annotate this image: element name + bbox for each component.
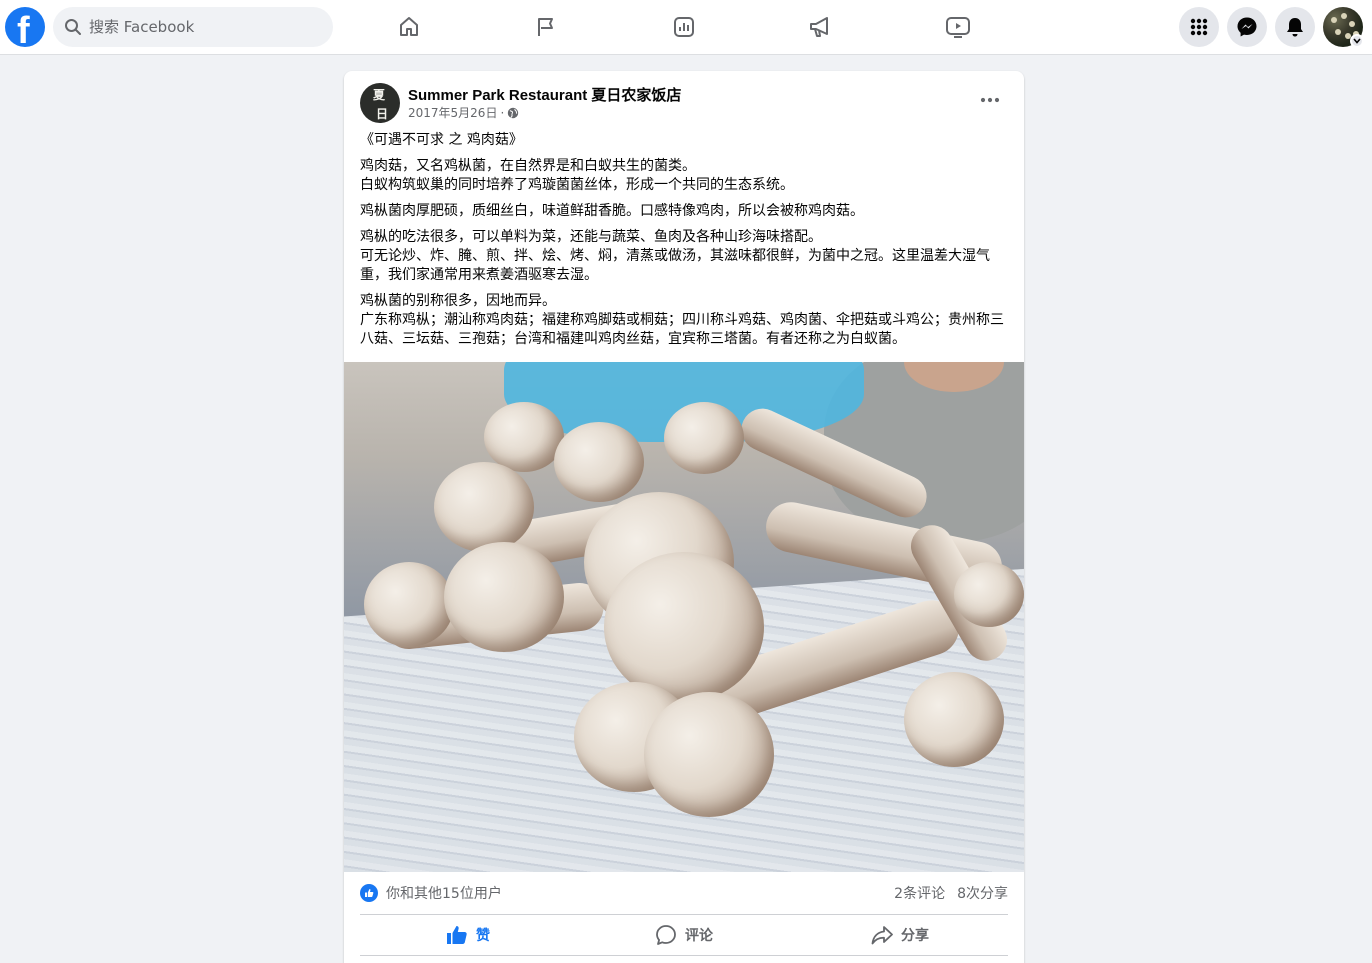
menu-grid-icon[interactable] xyxy=(1179,7,1219,47)
divider xyxy=(360,914,1008,915)
post-date-link[interactable]: 2017年5月26日 xyxy=(408,104,497,121)
insights-icon[interactable] xyxy=(669,12,699,42)
post-line: 可无论炒、炸、腌、煎、拌、烩、烤、焖，清蒸或做汤，其滋味都很鲜，为菌中之冠。这里… xyxy=(360,248,990,283)
page-name-link[interactable]: Summer Park Restaurant 夏日农家饭店 xyxy=(408,84,681,105)
like-button[interactable]: 赞 xyxy=(360,917,576,953)
notifications-bell-icon[interactable] xyxy=(1275,7,1315,47)
post-line: 鸡肉菇，又名鸡枞菌，在自然界是和白蚁共生的菌类。 xyxy=(360,158,696,174)
globe-icon[interactable] xyxy=(507,107,519,119)
page-avatar[interactable]: 夏 日 xyxy=(360,83,400,123)
mushroom-cap xyxy=(364,562,454,647)
comments-count-link[interactable]: 2条评论 xyxy=(894,883,945,903)
post-paragraph: 鸡枞菌的别称很多，因地而异。 广东称鸡枞；潮汕称鸡肉菇；福建称鸡脚菇或桐菇；四川… xyxy=(360,292,1010,349)
post-paragraph: 鸡枞的吃法很多，可以单料为菜，还能与蔬菜、鱼肉及各种山珍海味搭配。 可无论炒、炸… xyxy=(360,228,1010,285)
messenger-icon[interactable] xyxy=(1227,7,1267,47)
mushroom-cap xyxy=(904,672,1004,767)
mushroom-cap xyxy=(644,692,774,817)
shares-count-link[interactable]: 8次分享 xyxy=(957,883,1008,903)
mushroom-cap xyxy=(434,462,534,552)
engagement-counts: 2条评论 8次分享 xyxy=(894,883,1008,903)
pages-flag-icon[interactable] xyxy=(531,12,561,42)
search-input[interactable] xyxy=(89,7,319,47)
post-line: 鸡枞的吃法很多，可以单料为菜，还能与蔬菜、鱼肉及各种山珍海味搭配。 xyxy=(360,229,822,245)
reactions-text: 你和其他15位用户 xyxy=(386,886,502,902)
post-photo[interactable] xyxy=(344,362,1024,872)
post-line: 《可遇不可求 之 鸡肉菇》 xyxy=(360,132,523,148)
search-box[interactable] xyxy=(53,7,333,47)
top-navigation-bar: f xyxy=(0,0,1372,55)
mushroom-cap xyxy=(554,422,644,502)
post-meta: 2017年5月26日 · xyxy=(408,104,519,121)
comment-bubble-icon xyxy=(656,925,676,945)
like-reaction-icon xyxy=(360,884,378,902)
home-icon[interactable] xyxy=(394,12,424,42)
mushroom-cap xyxy=(604,552,764,702)
post-paragraph: 鸡枞菌肉厚肥硕，质细丝白，味道鲜甜香脆。口感特像鸡肉，所以会被称鸡肉菇。 xyxy=(360,202,1010,221)
watch-video-icon[interactable] xyxy=(943,12,973,42)
more-dots-icon xyxy=(980,97,1000,103)
share-label: 分享 xyxy=(901,928,929,944)
search-icon xyxy=(65,19,81,35)
post-line: 鸡枞菌的别称很多，因地而异。 xyxy=(360,293,556,309)
mushroom-cap xyxy=(484,402,564,472)
like-label: 赞 xyxy=(476,928,490,944)
meta-separator: · xyxy=(500,105,505,120)
post-line: 广东称鸡枞；潮汕称鸡肉菇；福建称鸡脚菇或桐菇；四川称斗鸡菇、鸡肉菌、伞把菇或斗鸡… xyxy=(360,312,1004,347)
share-button[interactable]: 分享 xyxy=(792,917,1008,953)
account-dropdown-chevron-icon[interactable] xyxy=(1350,34,1364,48)
post-text: 《可遇不可求 之 鸡肉菇》 鸡肉菇，又名鸡枞菌，在自然界是和白蚁共生的菌类。 白… xyxy=(360,131,1010,356)
comment-label: 评论 xyxy=(685,928,713,944)
post-line: 鸡枞菌肉厚肥硕，质细丝白，味道鲜甜香脆。口感特像鸡肉，所以会被称鸡肉菇。 xyxy=(360,203,864,219)
reactions-summary[interactable]: 你和其他15位用户 xyxy=(360,883,502,903)
post-paragraph: 鸡肉菇，又名鸡枞菌，在自然界是和白蚁共生的菌类。 白蚁构筑蚁巢的同时培养了鸡璇菌… xyxy=(360,157,1010,195)
facebook-logo-icon[interactable]: f xyxy=(5,7,45,47)
comment-button[interactable]: 评论 xyxy=(576,917,792,953)
mushroom-cap xyxy=(444,542,564,652)
post-paragraph: 《可遇不可求 之 鸡肉菇》 xyxy=(360,131,1010,150)
share-arrow-icon xyxy=(871,926,893,945)
post-card: 夏 日 Summer Park Restaurant 夏日农家饭店 2017年5… xyxy=(344,71,1024,963)
avatar-char-2: 日 xyxy=(376,107,389,121)
post-line: 白蚁构筑蚁巢的同时培养了鸡璇菌菌丝体，形成一个共同的生态系统。 xyxy=(360,177,794,193)
mushroom-cap xyxy=(954,562,1024,627)
avatar-char-1: 夏 xyxy=(373,88,386,102)
mushroom-cap xyxy=(664,402,744,474)
ads-megaphone-icon[interactable] xyxy=(806,12,836,42)
post-options-button[interactable] xyxy=(974,87,1006,113)
thumbs-up-icon xyxy=(447,926,467,944)
divider xyxy=(360,955,1008,956)
